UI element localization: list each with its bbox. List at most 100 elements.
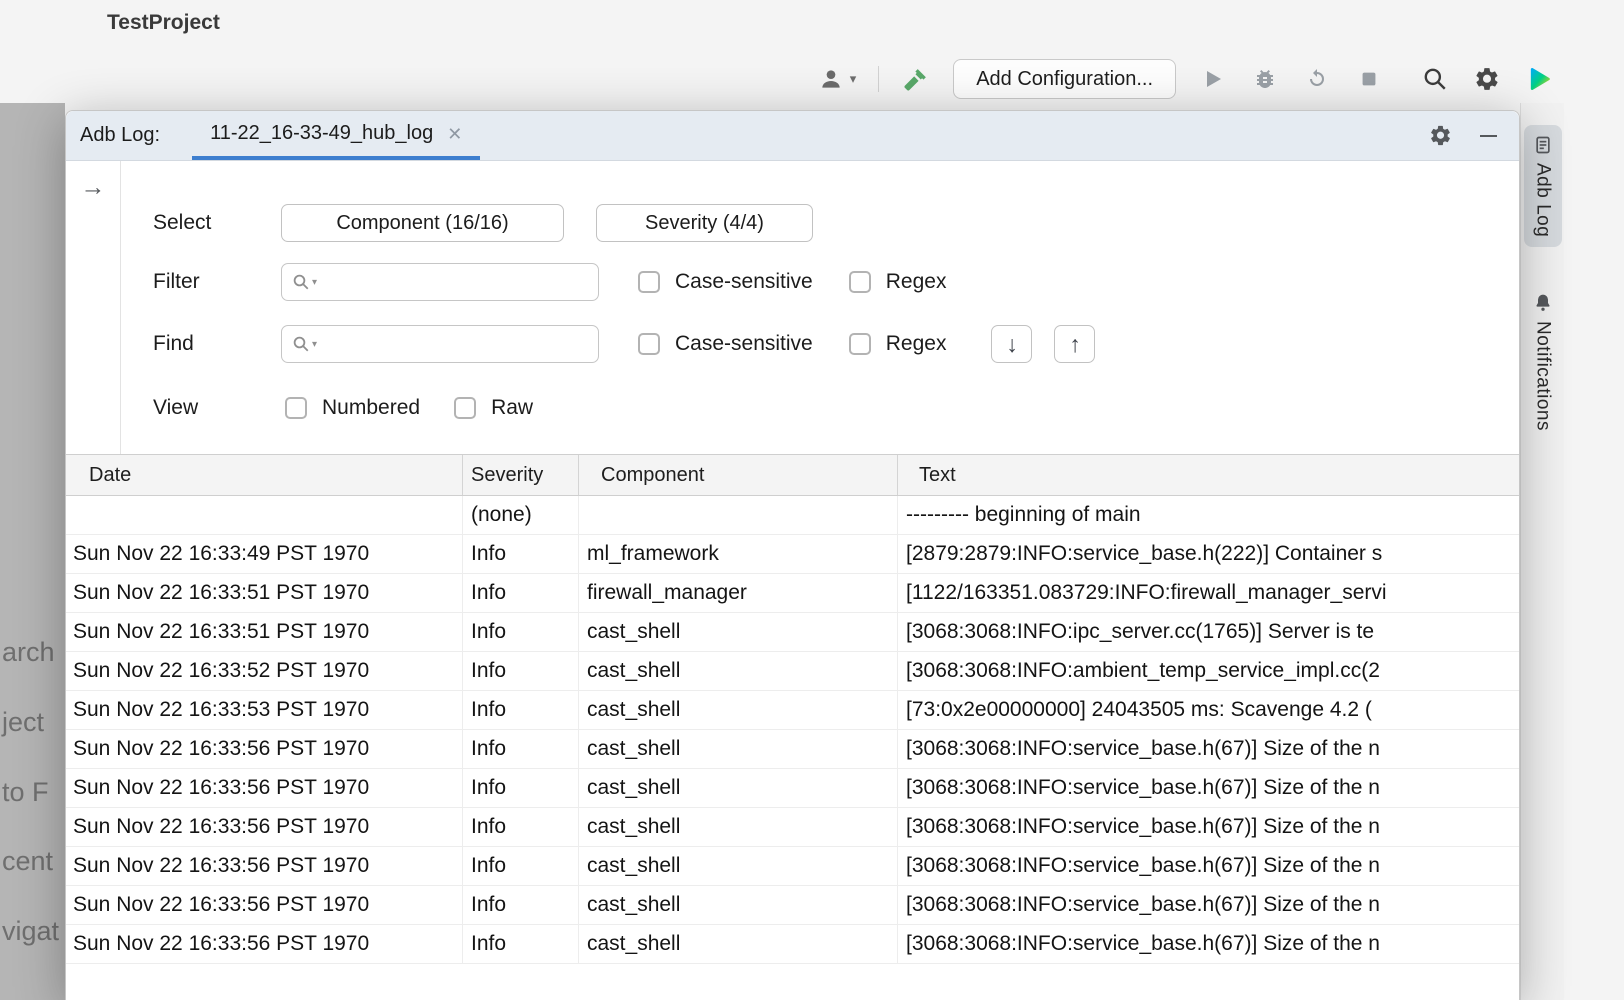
- log-file-tab[interactable]: 11-22_16-33-49_hub_log ✕: [192, 111, 480, 160]
- table-row[interactable]: Sun Nov 22 16:33:56 PST 1970Infocast_she…: [66, 925, 1519, 964]
- log-cell-date: Sun Nov 22 16:33:51 PST 1970: [66, 574, 463, 612]
- settings-gear-icon[interactable]: [1472, 64, 1502, 94]
- filter-regex-checkbox[interactable]: [849, 271, 871, 293]
- table-row[interactable]: Sun Nov 22 16:33:53 PST 1970Infocast_she…: [66, 691, 1519, 730]
- log-cell-date: [66, 496, 463, 534]
- right-arrow-icon[interactable]: →: [81, 173, 106, 202]
- background-backdrop: archjectto Fcentvigat: [0, 103, 65, 1000]
- stripe-tab-label: Adb Log: [1532, 163, 1554, 237]
- run-icon[interactable]: [1198, 64, 1228, 94]
- column-header-text[interactable]: Text: [898, 455, 1519, 495]
- user-icon: [816, 64, 846, 94]
- stripe-tab-label: Notifications: [1532, 321, 1554, 431]
- background-text-fragment: arch: [2, 637, 55, 668]
- component-filter-button[interactable]: Component (16/16): [281, 204, 564, 242]
- search-icon: [292, 335, 310, 353]
- stripe-tab-adb-log[interactable]: Adb Log: [1524, 125, 1562, 247]
- log-cell-date: Sun Nov 22 16:33:56 PST 1970: [66, 730, 463, 768]
- log-cell-severity: Info: [463, 847, 579, 885]
- filter-regex-group: Regex: [849, 270, 947, 294]
- case-sensitive-label: Case-sensitive: [675, 270, 813, 294]
- log-cell-component: firewall_manager: [579, 574, 898, 612]
- user-menu-button[interactable]: ▾: [816, 64, 857, 94]
- log-cell-text: [2879:2879:INFO:service_base.h(222)] Con…: [898, 535, 1519, 573]
- window-title: TestProject: [107, 11, 220, 35]
- table-row[interactable]: Sun Nov 22 16:33:56 PST 1970Infocast_she…: [66, 847, 1519, 886]
- log-cell-severity: Info: [463, 925, 579, 963]
- minimize-icon[interactable]: [1480, 135, 1497, 137]
- chevron-down-icon: ▾: [312, 277, 317, 288]
- raw-checkbox[interactable]: [454, 397, 476, 419]
- case-sensitive-label: Case-sensitive: [675, 332, 813, 356]
- table-row[interactable]: Sun Nov 22 16:33:56 PST 1970Infocast_she…: [66, 808, 1519, 847]
- log-cell-date: Sun Nov 22 16:33:56 PST 1970: [66, 808, 463, 846]
- toolbar-separator: [878, 66, 879, 92]
- build-hammer-icon[interactable]: [901, 64, 931, 94]
- find-input[interactable]: [323, 326, 588, 362]
- table-row[interactable]: Sun Nov 22 16:33:56 PST 1970Infocast_she…: [66, 730, 1519, 769]
- log-cell-severity: Info: [463, 769, 579, 807]
- find-next-button[interactable]: ↓: [991, 325, 1032, 363]
- filter-input[interactable]: [323, 264, 588, 300]
- find-case-sensitive-checkbox[interactable]: [638, 333, 660, 355]
- log-cell-text: [3068:3068:INFO:service_base.h(67)] Size…: [898, 808, 1519, 846]
- filter-case-sensitive-group: Case-sensitive: [638, 270, 813, 294]
- close-icon[interactable]: ✕: [447, 125, 462, 143]
- background-text-fragment: cent: [2, 846, 53, 877]
- tool-window-header: Adb Log: 11-22_16-33-49_hub_log ✕: [66, 111, 1519, 161]
- table-row[interactable]: Sun Nov 22 16:33:52 PST 1970Infocast_she…: [66, 652, 1519, 691]
- table-row[interactable]: Sun Nov 22 16:33:56 PST 1970Infocast_she…: [66, 769, 1519, 808]
- regex-label: Regex: [886, 270, 947, 294]
- table-row[interactable]: Sun Nov 22 16:33:51 PST 1970Infofirewall…: [66, 574, 1519, 613]
- column-header-date[interactable]: Date: [66, 455, 463, 495]
- log-cell-severity: Info: [463, 535, 579, 573]
- tool-window-stripe: Adb Log Notifications: [1520, 103, 1564, 1000]
- find-case-sensitive-group: Case-sensitive: [638, 332, 813, 356]
- log-table-body: (none)--------- beginning of mainSun Nov…: [66, 496, 1519, 1000]
- debug-icon[interactable]: [1250, 64, 1280, 94]
- log-cell-severity: (none): [463, 496, 579, 534]
- view-raw-group: Raw: [454, 396, 533, 420]
- log-cell-text: [1122/163351.083729:INFO:firewall_manage…: [898, 574, 1519, 612]
- table-row[interactable]: Sun Nov 22 16:33:49 PST 1970Infoml_frame…: [66, 535, 1519, 574]
- chevron-down-icon: ▾: [850, 71, 857, 87]
- tool-window-gear-icon[interactable]: [1429, 124, 1452, 147]
- column-header-component[interactable]: Component: [579, 455, 898, 495]
- search-icon[interactable]: [1420, 64, 1450, 94]
- titlebar: TestProject ▾ Add Configuration...: [0, 0, 1624, 110]
- bell-icon: [1533, 293, 1553, 313]
- severity-filter-button[interactable]: Severity (4/4): [596, 204, 813, 242]
- find-search-box: ▾: [281, 325, 599, 363]
- background-text-fragment: to F: [2, 777, 49, 808]
- log-cell-component: cast_shell: [579, 925, 898, 963]
- table-row[interactable]: (none) --------- beginning of main: [66, 496, 1519, 535]
- regex-label: Regex: [886, 332, 947, 356]
- profile-icon[interactable]: [1302, 64, 1332, 94]
- table-row[interactable]: Sun Nov 22 16:33:51 PST 1970Infocast_she…: [66, 613, 1519, 652]
- ide-gradient-logo-icon[interactable]: [1524, 64, 1554, 94]
- find-previous-button[interactable]: ↑: [1054, 325, 1095, 363]
- log-cell-component: cast_shell: [579, 847, 898, 885]
- log-cell-severity: Info: [463, 574, 579, 612]
- log-cell-date: Sun Nov 22 16:33:56 PST 1970: [66, 886, 463, 924]
- log-cell-severity: Info: [463, 652, 579, 690]
- log-cell-date: Sun Nov 22 16:33:56 PST 1970: [66, 769, 463, 807]
- add-configuration-button[interactable]: Add Configuration...: [953, 59, 1176, 99]
- log-cell-text: --------- beginning of main: [898, 496, 1519, 534]
- log-cell-text: [3068:3068:INFO:service_base.h(67)] Size…: [898, 769, 1519, 807]
- log-cell-severity: Info: [463, 691, 579, 729]
- column-header-severity[interactable]: Severity: [463, 455, 579, 495]
- numbered-checkbox[interactable]: [285, 397, 307, 419]
- stop-icon[interactable]: [1354, 64, 1384, 94]
- stripe-tab-notifications[interactable]: Notifications: [1524, 283, 1562, 441]
- log-cell-date: Sun Nov 22 16:33:52 PST 1970: [66, 652, 463, 690]
- log-cell-component: cast_shell: [579, 769, 898, 807]
- log-cell-severity: Info: [463, 730, 579, 768]
- log-table-header: Date Severity Component Text: [66, 455, 1519, 496]
- table-row[interactable]: Sun Nov 22 16:33:56 PST 1970Infocast_she…: [66, 886, 1519, 925]
- filter-case-sensitive-checkbox[interactable]: [638, 271, 660, 293]
- log-cell-date: Sun Nov 22 16:33:51 PST 1970: [66, 613, 463, 651]
- log-cell-text: [3068:3068:INFO:service_base.h(67)] Size…: [898, 925, 1519, 963]
- find-regex-checkbox[interactable]: [849, 333, 871, 355]
- log-cell-component: cast_shell: [579, 808, 898, 846]
